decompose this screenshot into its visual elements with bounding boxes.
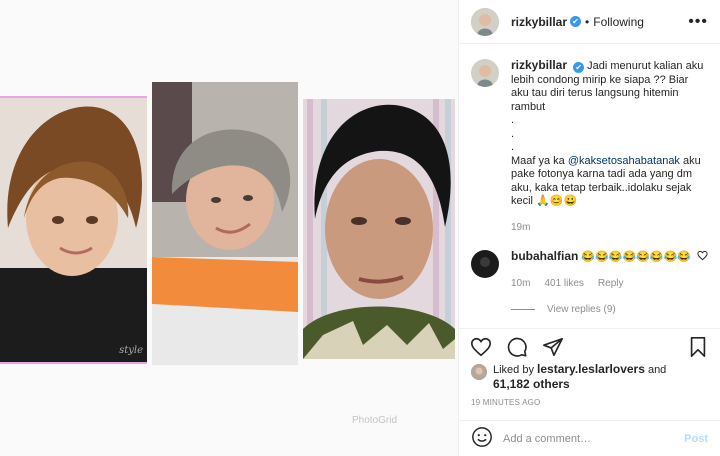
photo-young-boy: style bbox=[0, 96, 147, 364]
comment-text: 😂😂😂😂😂😂😂😂 bbox=[581, 251, 691, 263]
header-separator: • bbox=[585, 14, 590, 29]
mention-link[interactable]: @kaksetosahabatanak bbox=[568, 155, 680, 167]
replies-divider-line bbox=[511, 309, 535, 310]
post-comment-button[interactable]: Post bbox=[684, 433, 708, 445]
caption-username[interactable]: rizkybillar bbox=[511, 58, 567, 72]
more-options-icon[interactable]: ••• bbox=[688, 13, 708, 31]
caption: rizkybillar ✔ Jadi menurut kalian aku le… bbox=[471, 58, 708, 235]
commenter-avatar[interactable] bbox=[471, 250, 499, 278]
action-bar bbox=[459, 328, 720, 360]
comment-likes[interactable]: 401 likes bbox=[544, 277, 583, 291]
liker-username[interactable]: lestary.leslarlovers bbox=[537, 362, 645, 376]
post-header: rizkybillar ✔ • Following ••• bbox=[459, 0, 720, 44]
likes-count[interactable]: 61,182 others bbox=[493, 377, 570, 391]
caption-time[interactable]: 19m bbox=[511, 221, 530, 235]
author-avatar[interactable] bbox=[471, 7, 499, 36]
comment-input[interactable] bbox=[503, 432, 685, 445]
photo-older-man bbox=[303, 99, 455, 359]
view-replies-label: View replies (9) bbox=[547, 304, 616, 315]
photo-caption: style bbox=[119, 345, 143, 356]
post-side-panel: rizkybillar ✔ • Following ••• rizkybilla… bbox=[458, 0, 720, 456]
post-timestamp[interactable]: 19 MINUTES AGO bbox=[471, 398, 540, 407]
liker-avatar[interactable] bbox=[471, 364, 487, 380]
emoji-smiley-icon[interactable] bbox=[471, 426, 493, 451]
verified-badge-icon: ✔ bbox=[570, 16, 582, 27]
caption-text: Jadi menurut kalian aku lebih condong mi… bbox=[511, 60, 704, 167]
view-replies-button[interactable]: View replies (9) bbox=[511, 304, 708, 315]
comment-bubble-icon[interactable] bbox=[505, 335, 529, 359]
photogrid-watermark: PhotoGrid bbox=[352, 415, 398, 426]
post-media[interactable]: style PhotoGrid bbox=[0, 0, 458, 456]
author-username[interactable]: rizkybillar bbox=[511, 15, 567, 29]
comments-section: rizkybillar ✔ Jadi menurut kalian aku le… bbox=[459, 45, 720, 327]
photo-man-grey-hair bbox=[152, 82, 298, 365]
comment-like-heart-icon[interactable] bbox=[694, 250, 708, 290]
like-heart-icon[interactable] bbox=[469, 335, 493, 359]
following-button[interactable]: Following bbox=[593, 15, 644, 29]
likes-and: and bbox=[644, 364, 667, 376]
reply-button[interactable]: Reply bbox=[598, 277, 624, 291]
add-comment-bar: Post bbox=[459, 420, 720, 456]
likes-prefix: Liked by bbox=[493, 364, 538, 376]
comment-time[interactable]: 10m bbox=[511, 277, 530, 291]
commenter-username[interactable]: bubahalfian bbox=[511, 249, 578, 263]
comment-item: bubahalfian 😂😂😂😂😂😂😂😂 10m 401 likes Reply bbox=[471, 249, 708, 291]
likes-summary: Liked by lestary.leslarlovers and 61,182… bbox=[471, 362, 708, 392]
save-bookmark-icon[interactable] bbox=[686, 335, 710, 359]
caption-author-avatar[interactable] bbox=[471, 59, 499, 87]
share-paper-plane-icon[interactable] bbox=[541, 335, 565, 359]
verified-badge-icon: ✔ bbox=[573, 62, 585, 73]
